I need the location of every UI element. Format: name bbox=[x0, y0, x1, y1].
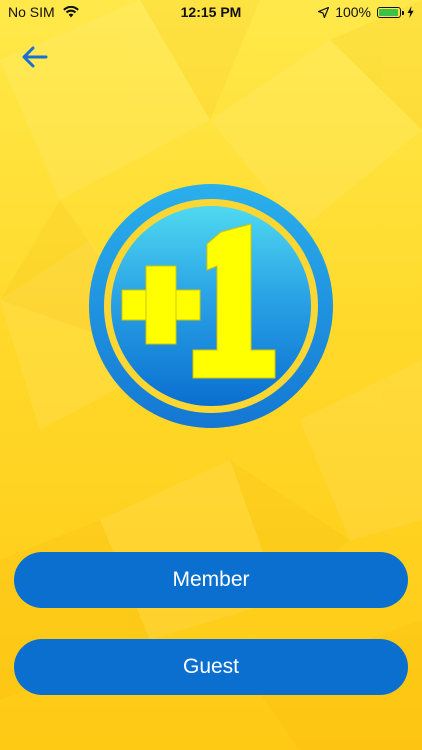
arrow-left-icon bbox=[22, 46, 48, 68]
battery-icon bbox=[377, 6, 404, 18]
member-button-label: Member bbox=[172, 568, 250, 591]
battery-cap bbox=[402, 10, 404, 15]
status-bar: No SIM 12:15 PM 100% bbox=[0, 0, 422, 24]
status-right: 100% bbox=[318, 4, 414, 20]
app-screen: No SIM 12:15 PM 100% Member Guest bbox=[0, 0, 422, 750]
member-button[interactable]: Member bbox=[14, 552, 408, 608]
location-arrow-icon bbox=[318, 6, 330, 18]
back-button[interactable] bbox=[20, 43, 50, 71]
battery-percent: 100% bbox=[335, 4, 371, 20]
charging-bolt-icon bbox=[407, 6, 414, 18]
guest-button[interactable]: Guest bbox=[14, 639, 408, 695]
plus-one-logo bbox=[89, 184, 333, 428]
guest-button-label: Guest bbox=[182, 655, 240, 678]
battery-fill bbox=[379, 8, 398, 16]
